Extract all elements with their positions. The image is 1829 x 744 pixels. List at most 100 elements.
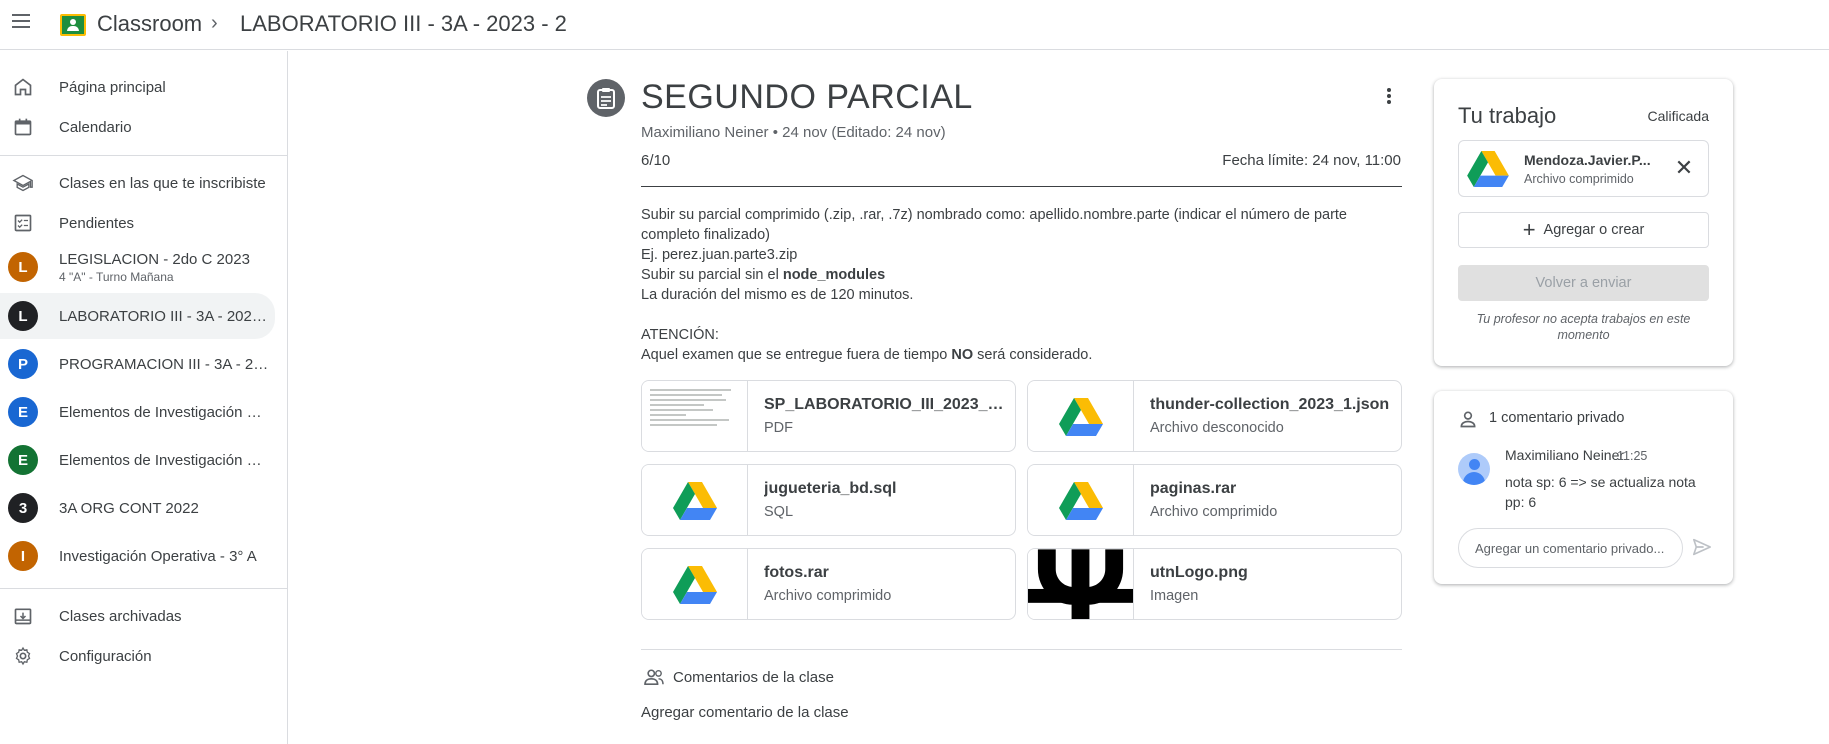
due-date: Fecha límite: 24 nov, 11:00 <box>1222 152 1401 169</box>
attachment-name: paginas.rar <box>1150 480 1237 497</box>
assignment-points: 6/10 <box>641 152 671 169</box>
close-icon[interactable]: ✕ <box>1674 157 1694 179</box>
assignment-icon <box>587 79 625 117</box>
submitted-file-type: Archivo comprimido <box>1524 172 1634 186</box>
private-comment-input[interactable] <box>1458 528 1683 568</box>
class-avatar: P <box>8 349 38 379</box>
sidebar-item-todo[interactable]: Pendientes <box>0 203 275 243</box>
drive-icon <box>642 465 748 535</box>
private-comments-card: 1 comentario privado Maximiliano Neiner … <box>1434 391 1733 584</box>
sidebar-item-class[interactable]: I Investigación Operativa - 3° A <box>0 533 275 579</box>
add-class-comment-link[interactable]: Agregar comentario de la clase <box>641 704 849 721</box>
utn-logo-preview <box>1028 549 1134 619</box>
pdf-preview <box>642 381 748 451</box>
resubmit-button[interactable]: Volver a enviar <box>1458 265 1709 301</box>
description-line: La duración del mismo es de 120 minutos. <box>641 287 914 303</box>
main-menu-icon[interactable] <box>12 14 32 28</box>
breadcrumb-class-title[interactable]: LABORATORIO III - 3A - 2023 - 2 <box>240 11 567 37</box>
description-bold-text: node_modules <box>782 267 886 283</box>
home-icon <box>14 78 32 96</box>
classroom-logo-icon[interactable] <box>60 14 86 36</box>
drive-icon <box>642 549 748 619</box>
sidebar-item-label: Clases en las que te inscribiste <box>59 174 266 192</box>
sidebar-item-enrolled[interactable]: Clases en las que te inscribiste <box>0 163 275 203</box>
private-comments-label: 1 comentario privado <box>1489 410 1625 426</box>
description-line: Subir su parcial comprimido (.zip, .rar,… <box>641 207 1347 243</box>
assignment-meta: Maximiliano Neiner • 24 nov (Editado: 24… <box>641 124 946 141</box>
attachment-card[interactable]: utnLogo.png Imagen <box>1027 548 1402 620</box>
sidebar-item-archived[interactable]: Clases archivadas <box>0 596 275 636</box>
school-icon <box>12 174 33 192</box>
title-divider <box>641 186 1402 187</box>
description-text: Subir su parcial sin el <box>641 267 783 283</box>
attachment-card[interactable]: thunder-collection_2023_1.json Archivo d… <box>1027 380 1402 452</box>
sidebar-item-class[interactable]: P PROGRAMACION III - 3A - 2023 <box>0 341 275 387</box>
add-or-create-button[interactable]: + Agregar o crear <box>1458 212 1709 248</box>
attachment-card[interactable]: paginas.rar Archivo comprimido <box>1027 464 1402 536</box>
sidebar-item-label: PROGRAMACION III - 3A - 2023 <box>59 355 269 373</box>
description-line: ATENCIÓN: <box>641 327 719 343</box>
class-avatar: E <box>8 397 38 427</box>
drive-icon <box>1028 381 1134 451</box>
archive-icon <box>14 608 32 625</box>
attachment-name: fotos.rar <box>764 564 829 581</box>
sidebar-item-settings[interactable]: Configuración <box>0 636 275 676</box>
comment-author: Maximiliano Neiner <box>1505 447 1625 463</box>
checklist-icon <box>14 214 32 232</box>
sidebar-item-label: Clases archivadas <box>59 607 182 625</box>
sidebar-item-class[interactable]: E Elementos de Investigación Operativa <box>0 389 275 435</box>
sidebar-item-label: Configuración <box>59 647 152 665</box>
send-icon[interactable] <box>1692 538 1712 556</box>
person-icon <box>1460 411 1476 428</box>
comment-text: nota sp: 6 => se actualiza nota pp: 6 <box>1505 474 1696 510</box>
class-avatar: L <box>8 252 38 282</box>
attachment-name: utnLogo.png <box>1150 564 1248 581</box>
attachment-name: jugueteria_bd.sql <box>764 480 897 497</box>
class-avatar: 3 <box>8 493 38 523</box>
breadcrumb-separator-icon: › <box>211 12 218 34</box>
sidebar-item-home[interactable]: Página principal <box>0 67 275 107</box>
sidebar-item-label: 3A ORG CONT 2022 <box>59 499 199 517</box>
class-avatar: I <box>8 541 38 571</box>
sidebar-item-class[interactable]: E Elementos de Investigación Operativa <box>0 437 275 483</box>
sidebar-item-label: Elementos de Investigación Operativa <box>59 403 269 421</box>
your-work-title: Tu trabajo <box>1458 103 1557 128</box>
attachment-card[interactable]: jugueteria_bd.sql SQL <box>641 464 1016 536</box>
assignment-description: Subir su parcial comprimido (.zip, .rar,… <box>641 205 1401 365</box>
comment-time: 11:25 <box>1617 449 1648 463</box>
more-options-icon[interactable] <box>1384 88 1394 108</box>
drive-icon <box>1465 147 1511 191</box>
attachment-type: Archivo comprimido <box>1150 504 1278 520</box>
sidebar-item-sublabel: 4 "A" - Turno Mañana <box>59 270 174 284</box>
people-icon <box>644 669 664 686</box>
assignment-title: SEGUNDO PARCIAL <box>641 78 973 116</box>
grading-status: Calificada <box>1647 108 1709 124</box>
class-comments-label: Comentarios de la clase <box>673 669 834 686</box>
sidebar-item-class-active[interactable]: L LABORATORIO III - 3A - 2023 - 2 <box>0 293 275 339</box>
sidebar-item-calendar[interactable]: Calendario <box>0 107 275 147</box>
submitted-file-name: Mendoza.Javier.P... <box>1524 152 1651 168</box>
sidebar-item-class[interactable]: L LEGISLACION - 2do C 2023 4 "A" - Turno… <box>0 243 275 291</box>
sidebar-item-class[interactable]: 3 3A ORG CONT 2022 <box>0 485 275 531</box>
description-line: Aquel examen que se entregue fuera de ti… <box>641 345 1401 365</box>
calendar-icon <box>14 118 32 136</box>
sidebar-item-label: LEGISLACION - 2do C 2023 <box>59 251 250 268</box>
drive-icon <box>1028 465 1134 535</box>
sidebar-divider <box>0 155 287 156</box>
attachment-card[interactable]: fotos.rar Archivo comprimido <box>641 548 1016 620</box>
comments-divider <box>641 649 1402 650</box>
sidebar-item-label: Página principal <box>59 78 166 96</box>
attachment-type: SQL <box>764 504 794 520</box>
plus-icon: + <box>1522 217 1536 242</box>
avatar <box>1458 453 1490 485</box>
sidebar-item-label: Elementos de Investigación Operativa <box>59 451 269 469</box>
app-title[interactable]: Classroom <box>97 11 202 37</box>
description-line: Ej. perez.juan.parte3.zip <box>641 247 798 263</box>
attachment-name: thunder-collection_2023_1.json <box>1150 396 1390 413</box>
submitted-file[interactable]: Mendoza.Javier.P... Archivo comprimido ✕ <box>1458 140 1709 197</box>
attachment-type: Archivo comprimido <box>764 588 892 604</box>
attachment-card[interactable]: SP_LABORATORIO_III_2023_2.pdf PDF <box>641 380 1016 452</box>
attachment-type: Imagen <box>1150 588 1199 604</box>
description-line: Subir su parcial sin el node_modules <box>641 265 1401 285</box>
